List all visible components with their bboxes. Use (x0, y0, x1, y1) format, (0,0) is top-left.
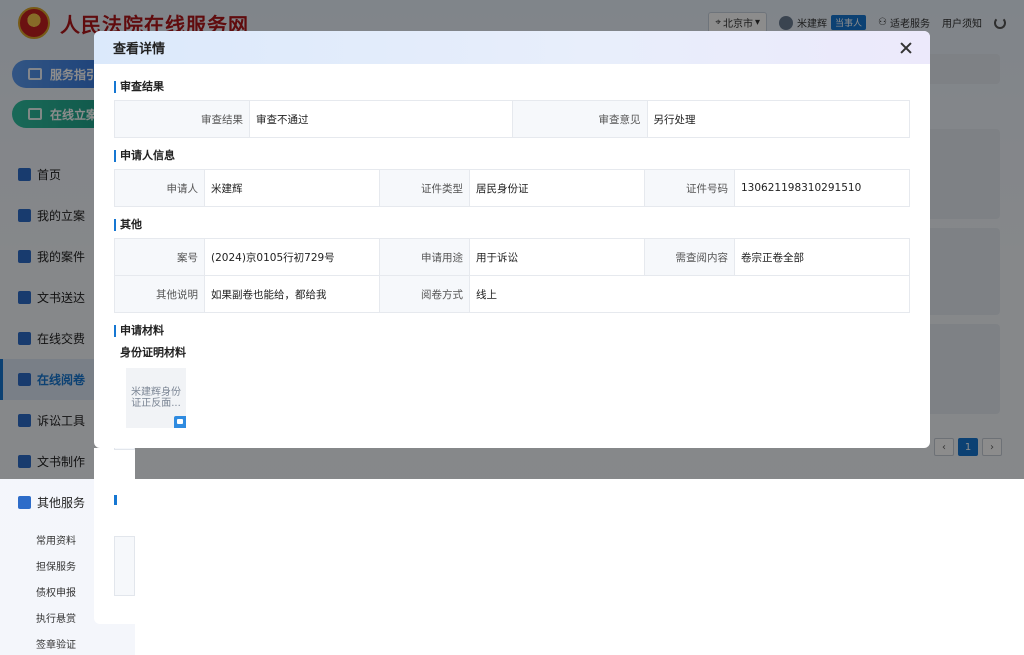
id-card-file-thumbnail[interactable]: 米建辉身份证正反面... (126, 368, 186, 428)
id-number-label: 证件号码 (644, 169, 735, 207)
applicant-name-value: 米建辉 (204, 169, 380, 207)
ghost-section-marker (114, 495, 117, 505)
purpose-label: 申请用途 (379, 238, 470, 276)
table-row: 申请人 米建辉 证件类型 居民身份证 证件号码 1306211983102915… (114, 169, 910, 207)
table-row: 审查结果 审查不通过 审查意见 另行处理 (114, 100, 910, 138)
review-opinion-value: 另行处理 (646, 100, 910, 138)
applicant-info-table: 申请人 米建辉 证件类型 居民身份证 证件号码 1306211983102915… (114, 169, 910, 207)
other-info-table: 案号 (2024)京0105行初729号 申请用途 用于诉讼 需查阅内容 卷宗正… (114, 238, 910, 313)
purpose-value: 用于诉讼 (469, 238, 645, 276)
review-result-value: 审查不通过 (249, 100, 513, 138)
applicant-name-label: 申请人 (114, 169, 205, 207)
dialog-body: 审查结果 审查结果 审查不通过 审查意见 另行处理 申请人信息 申请人 米建辉 … (94, 64, 930, 448)
section-title-other: 其他 (114, 218, 910, 232)
case-number-value: (2024)京0105行初729号 (204, 238, 380, 276)
note-value: 如果副卷也能给，都给我 (204, 275, 380, 313)
note-label: 其他说明 (114, 275, 205, 313)
ghost-thumbnail (114, 536, 135, 596)
id-number-value: 130621198310291510 (734, 169, 910, 207)
sub-item-signature-verification[interactable]: 签章验证 (0, 630, 140, 655)
section-title-review: 审查结果 (114, 80, 910, 94)
id-type-value: 居民身份证 (469, 169, 645, 207)
review-content-label: 需查阅内容 (644, 238, 735, 276)
case-number-label: 案号 (114, 238, 205, 276)
image-icon (174, 416, 186, 428)
file-name: 米建辉身份证正反面... (131, 387, 181, 409)
identity-materials-subtitle: 身份证明材料 (120, 346, 186, 359)
review-method-label: 阅卷方式 (379, 275, 470, 313)
apps-icon (18, 496, 31, 509)
sidebar-item-label: 其他服务 (37, 496, 86, 510)
close-icon[interactable] (900, 42, 912, 54)
dialog-title: 查看详情 (113, 42, 166, 57)
table-row: 其他说明 如果副卷也能给，都给我 阅卷方式 线上 (114, 275, 910, 313)
review-content-value: 卷宗正卷全部 (734, 238, 910, 276)
modal-ghost-remnant (94, 448, 135, 624)
review-method-value: 线上 (469, 275, 910, 313)
section-title-applicant: 申请人信息 (114, 149, 910, 163)
review-result-label: 审查结果 (114, 100, 250, 138)
table-row: 案号 (2024)京0105行初729号 申请用途 用于诉讼 需查阅内容 卷宗正… (114, 238, 910, 276)
section-title-materials: 申请材料 (114, 324, 910, 338)
dialog-header: 查看详情 (94, 31, 930, 64)
review-opinion-label: 审查意见 (511, 100, 648, 138)
review-result-table: 审查结果 审查不通过 审查意见 另行处理 (114, 100, 910, 138)
blank-area (135, 479, 1024, 655)
detail-dialog: 查看详情 审查结果 审查结果 审查不通过 审查意见 另行处理 申请人信息 申请人… (94, 31, 930, 448)
id-type-label: 证件类型 (379, 169, 470, 207)
ghost-table-cell (114, 448, 135, 450)
